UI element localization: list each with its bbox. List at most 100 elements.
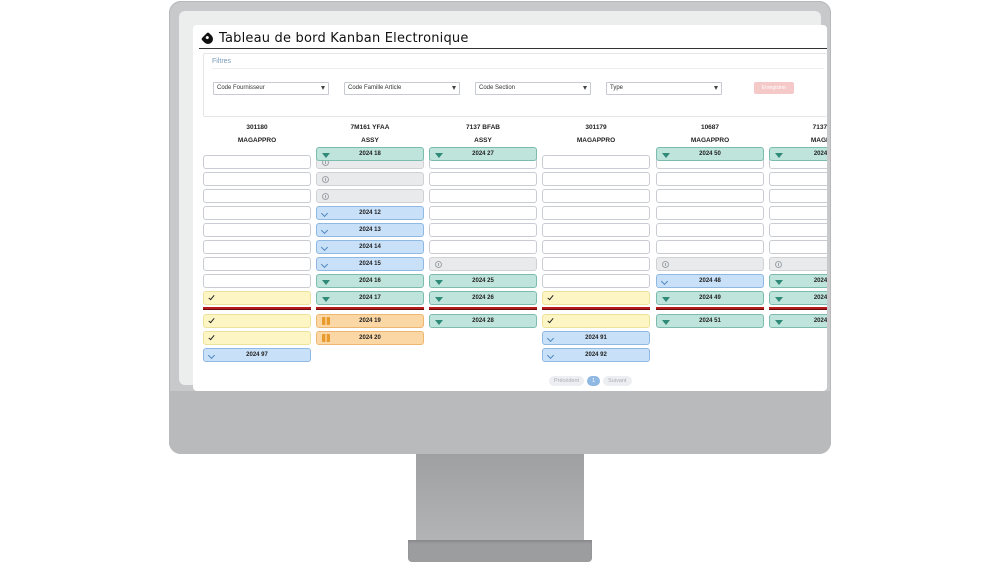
card-label: 2024 18 [359, 151, 381, 157]
card-label: 2024 25 [472, 278, 494, 284]
kanban-card[interactable]: 2024 4 [769, 274, 827, 288]
kanban-card[interactable] [203, 331, 311, 345]
kanban-card[interactable] [542, 155, 650, 169]
kanban-card[interactable] [656, 257, 764, 271]
kanban-card[interactable] [203, 172, 311, 186]
kanban-card[interactable]: 2024 97 [203, 348, 311, 362]
kanban-card[interactable] [769, 189, 827, 203]
kanban-card[interactable] [656, 172, 764, 186]
kanban-card[interactable] [656, 223, 764, 237]
kanban-card[interactable] [203, 274, 311, 288]
kanban-card[interactable]: 2024 4 [769, 314, 827, 328]
column-header: 301180 MAGAPPRO [203, 121, 311, 147]
kanban-card[interactable]: 2024 14 [316, 240, 424, 254]
kanban-card[interactable]: 2024 28 [429, 314, 537, 328]
triangle-down-icon [435, 297, 443, 302]
type-select[interactable]: Type [606, 82, 722, 95]
kanban-card[interactable] [203, 291, 311, 305]
monitor-bezel: Tableau de bord Kanban Electronique Filt… [179, 11, 827, 391]
kanban-column: 10687 MAGAPPRO 2024 48 2024 49 2024 50 2024 5… [656, 121, 764, 328]
kanban-card[interactable] [429, 189, 537, 203]
kanban-card[interactable]: 2024 50 [656, 147, 764, 161]
kanban-card[interactable] [769, 172, 827, 186]
kanban-card[interactable] [542, 314, 650, 328]
kanban-card[interactable]: 2024 13 [316, 223, 424, 237]
card-label: 2024 50 [699, 151, 721, 157]
column-type: MAGPR [810, 137, 827, 144]
check-icon [208, 316, 215, 324]
kanban-card[interactable] [316, 189, 424, 203]
kanban-card[interactable] [203, 314, 311, 328]
code-section-select[interactable]: Code Section [475, 82, 591, 95]
triangle-down-icon [662, 320, 670, 325]
kanban-card[interactable] [656, 206, 764, 220]
kanban-card[interactable]: 2024 92 [542, 348, 650, 362]
kanban-card[interactable]: 2024 17 [316, 291, 424, 305]
kanban-card[interactable] [429, 257, 537, 271]
code-famille-select[interactable]: Code Famille Article [344, 82, 460, 95]
kanban-card[interactable]: 2024 20 [316, 331, 424, 345]
kanban-card[interactable] [542, 274, 650, 288]
kanban-card[interactable] [769, 223, 827, 237]
column-code: 7137 A [812, 124, 827, 131]
kanban-card[interactable] [656, 189, 764, 203]
kanban-card[interactable] [542, 206, 650, 220]
kanban-card[interactable] [542, 240, 650, 254]
kanban-card[interactable] [542, 172, 650, 186]
kanban-card[interactable]: 2024 12 [316, 206, 424, 220]
kanban-card[interactable]: 2024 19 [316, 314, 424, 328]
monitor-frame: Tableau de bord Kanban Electronique Filt… [169, 1, 831, 454]
column-code: 301179 [585, 124, 607, 131]
page-1-button[interactable]: 1 [587, 376, 601, 386]
kanban-card[interactable] [429, 223, 537, 237]
kanban-card[interactable]: 2024 26 [429, 291, 537, 305]
kanban-card[interactable] [203, 155, 311, 169]
code-fournisseur-select[interactable]: Code Fournisseur [213, 82, 329, 95]
kanban-card[interactable]: 2024 48 [656, 274, 764, 288]
kanban-card[interactable] [542, 189, 650, 203]
kanban-card[interactable]: 2024 51 [656, 314, 764, 328]
card-label: 2024 14 [359, 244, 381, 250]
kanban-card[interactable] [203, 240, 311, 254]
card-label: 2024 48 [699, 278, 721, 284]
kanban-card[interactable] [769, 257, 827, 271]
card-label: 2024 4 [813, 151, 827, 157]
kanban-column: 7M161 YFAA ASSY 2024 12 2024 13 2024 14 2024 … [316, 121, 424, 345]
filters-title[interactable]: Filtres [212, 58, 827, 69]
threshold-line [769, 307, 827, 310]
next-page-button[interactable]: Suivant [603, 376, 632, 386]
threshold-line [656, 307, 764, 310]
kanban-card[interactable]: 2024 49 [656, 291, 764, 305]
column-header: 7M161 YFAA ASSY [316, 121, 424, 147]
kanban-card[interactable] [769, 206, 827, 220]
kanban-card[interactable] [769, 240, 827, 254]
kanban-card[interactable] [429, 172, 537, 186]
kanban-card[interactable] [542, 223, 650, 237]
kanban-card[interactable]: 2024 27 [429, 147, 537, 161]
column-header: 301179 MAGAPPRO [542, 121, 650, 147]
kanban-card[interactable] [429, 240, 537, 254]
save-button[interactable]: Enregistrer [754, 82, 794, 94]
kanban-card[interactable] [203, 223, 311, 237]
prev-page-button[interactable]: Précédent [549, 376, 585, 386]
kanban-card[interactable]: 2024 91 [542, 331, 650, 345]
kanban-card[interactable]: 2024 18 [316, 147, 424, 161]
kanban-card[interactable]: 2024 15 [316, 257, 424, 271]
kanban-card[interactable]: 2024 25 [429, 274, 537, 288]
kanban-card[interactable] [542, 257, 650, 271]
kanban-card[interactable] [656, 240, 764, 254]
kanban-card[interactable] [203, 206, 311, 220]
kanban-card[interactable] [429, 206, 537, 220]
kanban-card[interactable] [203, 189, 311, 203]
kanban-card[interactable]: 2024 4 [769, 291, 827, 305]
check-icon [208, 293, 215, 301]
kanban-card[interactable] [542, 291, 650, 305]
column-header: 7137 A MAGPR [769, 121, 827, 147]
kanban-card[interactable] [316, 172, 424, 186]
monitor-stand [416, 454, 584, 542]
triangle-down-icon [662, 297, 670, 302]
kanban-card[interactable]: 2024 16 [316, 274, 424, 288]
code-section-label: Code Section [479, 85, 516, 91]
kanban-card[interactable] [203, 257, 311, 271]
kanban-card[interactable]: 2024 4 [769, 147, 827, 161]
